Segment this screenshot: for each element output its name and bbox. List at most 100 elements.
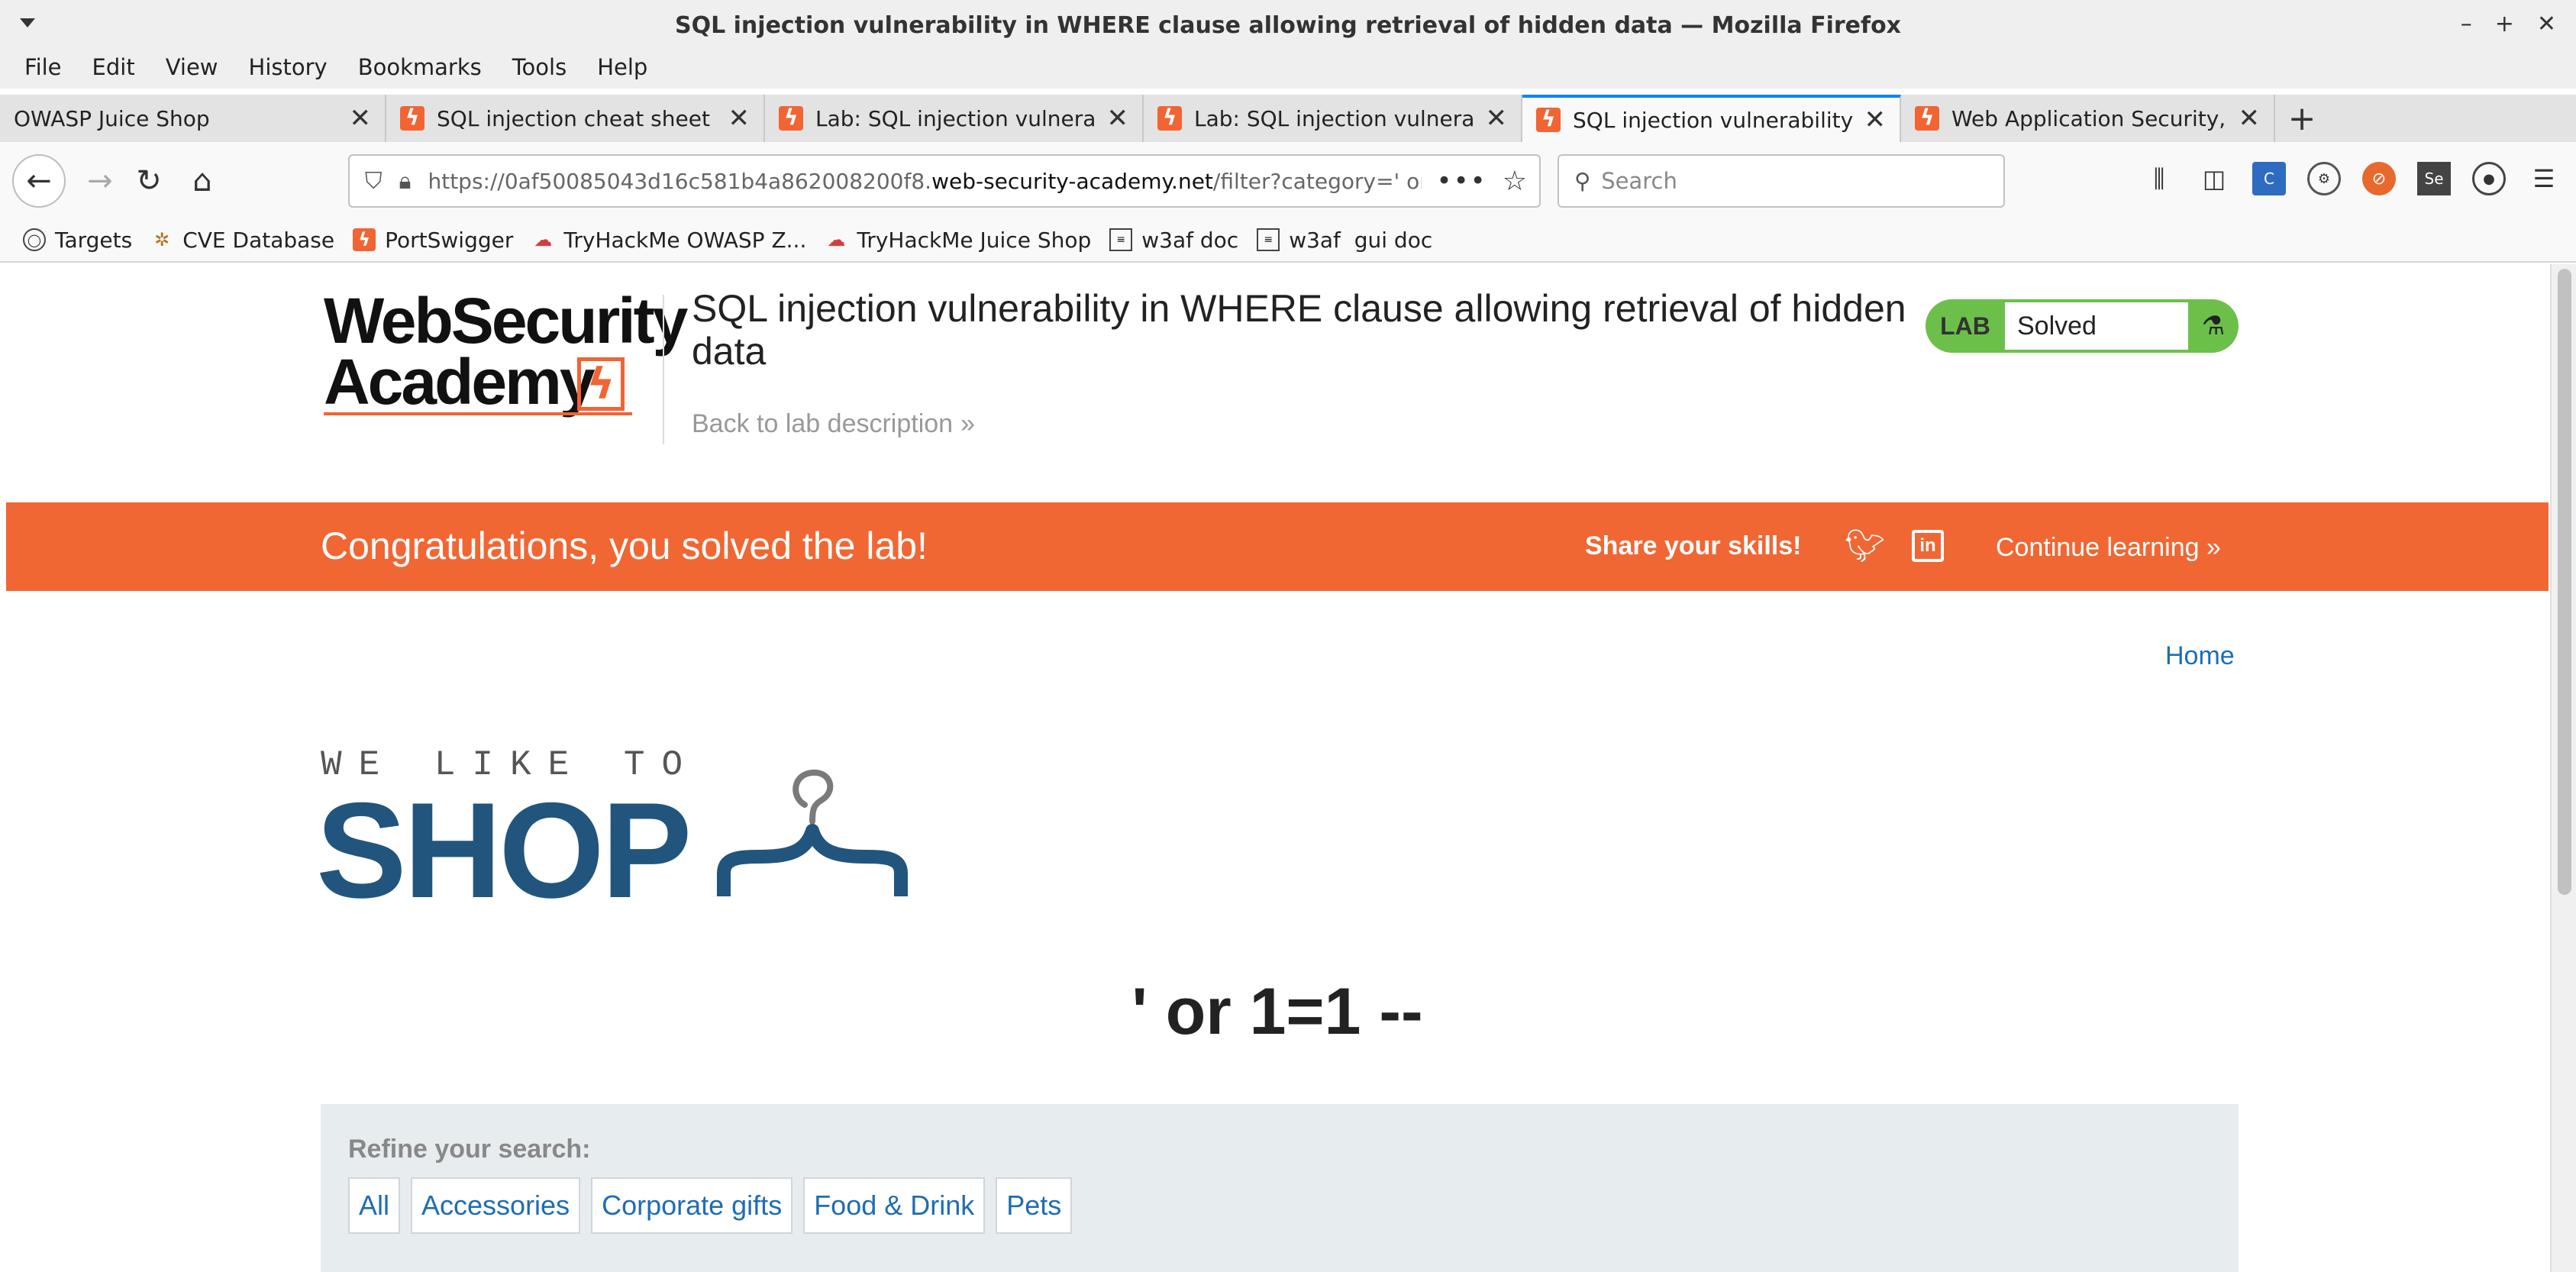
url-text[interactable]: https://0af50085043d16c581b4a862008200f8… [428, 169, 1421, 194]
home-link[interactable]: Home [2165, 641, 2235, 671]
tab-label: SQL injection vulnerability in [1573, 107, 1854, 133]
hamburger-menu-icon[interactable]: ☰ [2527, 162, 2561, 195]
bookmark-portswigger[interactable]: ϟ PortSwigger [353, 228, 513, 253]
home-button[interactable]: ⌂ [176, 154, 229, 208]
filter-food-drink[interactable]: Food & Drink [803, 1177, 986, 1234]
double-chevron-right-icon: » [2206, 533, 2221, 562]
tab-sqli-cheat-sheet[interactable]: SQL injection cheat sheet | W ✕ [386, 95, 765, 142]
toolbar-icons: ⫼ ◫ C ⚙ ⊘ Se ● ☰ [2142, 162, 2561, 195]
url-prefix: https://0af50085043d16c581b4a862008200f8… [428, 168, 932, 194]
filter-pets[interactable]: Pets [996, 1177, 1073, 1234]
tab-label: OWASP Juice Shop [14, 105, 210, 131]
double-chevron-right-icon: » [960, 409, 975, 438]
portswigger-icon [1157, 105, 1182, 131]
url-domain: web-security-academy.net [931, 168, 1213, 194]
extension-gear-icon[interactable]: ⚙ [2307, 162, 2341, 195]
tab-close-icon[interactable]: ✕ [350, 103, 372, 134]
tab-close-icon[interactable]: ✕ [728, 103, 751, 134]
window-controls: – + ✕ [2461, 11, 2556, 37]
lab-status-text: Solved [2005, 302, 2188, 350]
tracking-shield-icon[interactable]: ⛉ [365, 168, 383, 195]
menu-edit[interactable]: Edit [92, 54, 135, 80]
tab-web-app-security[interactable]: Web Application Security, Tes ✕ [1901, 95, 2275, 142]
bookmark-label: CVE Database [182, 227, 335, 253]
bookmark-label: w3af gui doc [1289, 227, 1433, 253]
filter-accessories[interactable]: Accessories [411, 1177, 581, 1234]
filter-corporate-gifts[interactable]: Corporate gifts [591, 1177, 793, 1234]
bookmark-label: w3af doc [1141, 227, 1239, 253]
flask-icon: ⚗ [2201, 311, 2226, 341]
bookmark-label: Targets [55, 227, 133, 253]
continue-learning-label: Continue learning [1996, 533, 2200, 562]
menu-view[interactable]: View [166, 54, 218, 80]
tab-sqli-where-clause[interactable]: SQL injection vulnerability in ✕ [1522, 95, 1901, 142]
bookmark-targets[interactable]: ◯ Targets [23, 228, 132, 253]
bookmark-cve-database[interactable]: ✲ CVE Database [150, 228, 334, 253]
account-icon[interactable]: ● [2472, 162, 2506, 195]
logo-underline [324, 412, 632, 415]
refine-search-panel: Refine your search: All Accessories Corp… [321, 1104, 2239, 1272]
menu-bar: File Edit View History Bookmarks Tools H… [0, 46, 2576, 89]
continue-learning-link[interactable]: Continue learning » [1996, 533, 2221, 563]
bookmark-tryhackme-juice-shop[interactable]: ☁ TryHackMe Juice Shop [825, 228, 1091, 253]
forward-button[interactable]: → [73, 154, 127, 208]
logo-line-1: WebSecurity [324, 285, 688, 357]
web-security-academy-logo[interactable]: WebSecurity Academy ϟ [324, 285, 688, 420]
lab-status-badge: LAB Solved ⚗ [1926, 299, 2239, 353]
page-scrollbar[interactable] [2550, 264, 2576, 1272]
portswigger-icon [1536, 106, 1561, 132]
page-actions-icon[interactable]: ••• [1437, 166, 1487, 196]
arrow-right-icon: → [87, 163, 113, 199]
maximize-button[interactable]: + [2495, 11, 2514, 37]
arrow-left-icon: ← [26, 163, 52, 199]
lock-icon[interactable]: 🔒︎ [399, 168, 412, 195]
new-tab-button[interactable]: + [2275, 95, 2329, 142]
address-bar[interactable]: ⛉ 🔒︎ https://0af50085043d16c581b4a862008… [348, 154, 1541, 208]
portswigger-icon [1915, 105, 1939, 131]
filter-all[interactable]: All [348, 1177, 401, 1234]
reload-button[interactable]: ↻ [122, 154, 176, 208]
tab-close-icon[interactable]: ✕ [1486, 103, 1508, 134]
bookmark-tryhackme-owasp[interactable]: ☁ TryHackMe OWASP Z... [531, 228, 806, 253]
back-to-lab-description-link[interactable]: Back to lab description» [692, 409, 975, 439]
tab-lab-sqli-1[interactable]: Lab: SQL injection vulnerabili ✕ [765, 95, 1144, 142]
bookmark-star-icon[interactable]: ☆ [1503, 166, 1527, 197]
sidebar-icon[interactable]: ◫ [2197, 162, 2231, 195]
back-button[interactable]: ← [12, 154, 66, 208]
menu-bookmarks[interactable]: Bookmarks [358, 54, 482, 80]
tab-lab-sqli-2[interactable]: Lab: SQL injection vulnerabili ✕ [1144, 95, 1522, 142]
extension-block-icon[interactable]: ⊘ [2362, 162, 2396, 195]
extension-cookie-icon[interactable]: C [2252, 162, 2286, 195]
search-query-heading: ' or 1=1 -- [1131, 975, 1423, 1048]
menu-tools[interactable]: Tools [512, 54, 567, 80]
tab-owasp-juice-shop[interactable]: OWASP Juice Shop ✕ [0, 95, 386, 142]
coat-hanger-icon [717, 769, 908, 896]
portswigger-icon [779, 105, 803, 131]
tab-close-icon[interactable]: ✕ [1864, 105, 1887, 135]
tab-close-icon[interactable]: ✕ [1107, 103, 1129, 134]
menu-help[interactable]: Help [597, 54, 647, 80]
linkedin-icon[interactable]: in [1912, 530, 1944, 562]
congratulations-message: Congratulations, you solved the lab! [321, 525, 928, 567]
tab-close-icon[interactable]: ✕ [2239, 103, 2261, 134]
tab-label: Lab: SQL injection vulnerabili [815, 105, 1096, 131]
we-like-to-shop-logo[interactable]: WE LIKE TO SHOP [316, 745, 931, 944]
globe-icon: ◯ [23, 228, 46, 251]
bookmark-label: TryHackMe Juice Shop [857, 227, 1092, 253]
portswigger-icon [400, 105, 424, 131]
close-window-button[interactable]: ✕ [2537, 11, 2556, 37]
twitter-icon[interactable]: 🐦︎ [1845, 527, 1885, 565]
page-content: WebSecurity Academy ϟ SQL injection vuln… [6, 264, 2549, 1272]
menu-history[interactable]: History [249, 54, 328, 80]
library-icon[interactable]: ⫼ [2142, 162, 2176, 195]
scrollbar-thumb[interactable] [2558, 269, 2571, 895]
search-input[interactable]: ⚲ Search [1558, 154, 2005, 208]
bookmark-w3af-doc[interactable]: ≡ w3af doc [1109, 228, 1238, 253]
minimize-button[interactable]: – [2461, 11, 2472, 37]
menu-file[interactable]: File [24, 54, 62, 80]
doc-icon: ≡ [1109, 228, 1133, 251]
refine-search-label: Refine your search: [348, 1135, 591, 1164]
extension-selenium-icon[interactable]: Se [2417, 162, 2451, 195]
search-icon: ⚲ [1574, 168, 1591, 194]
bookmark-w3af-gui-doc[interactable]: ≡ w3af gui doc [1257, 228, 1432, 253]
